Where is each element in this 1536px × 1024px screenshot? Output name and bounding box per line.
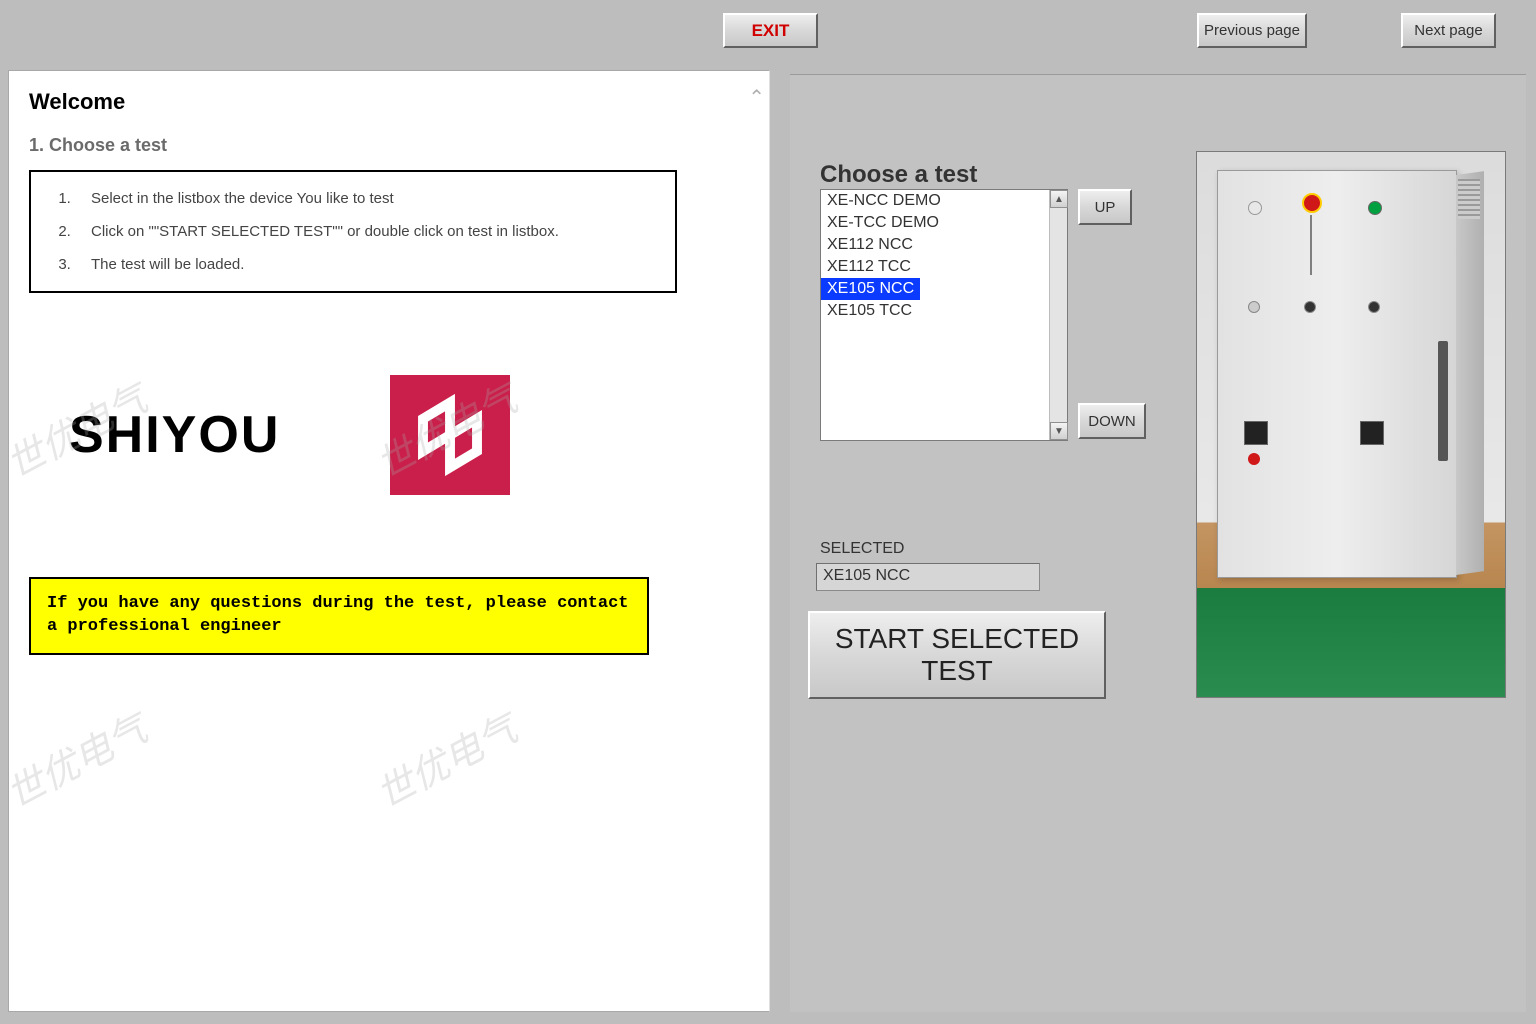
watermark-text: 世优电气 <box>365 699 525 819</box>
instructions-box: Select in the listbox the device You lik… <box>29 170 677 293</box>
instruction-item: Select in the listbox the device You lik… <box>75 190 645 207</box>
start-selected-test-button[interactable]: START SELECTED TEST <box>808 611 1106 699</box>
previous-page-button[interactable]: Previous page <box>1197 13 1307 48</box>
listbox-item[interactable]: XE-TCC DEMO <box>821 212 1067 234</box>
scroll-caret-icon: ⌃ <box>748 85 765 110</box>
list-down-button[interactable]: DOWN <box>1078 403 1146 439</box>
list-up-button[interactable]: UP <box>1078 189 1132 225</box>
instruction-item: Click on ""START SELECTED TEST"" or doub… <box>75 223 645 240</box>
welcome-panel: ⌃ Welcome 1. Choose a test Select in the… <box>8 70 770 1012</box>
listbox-item[interactable]: XE105 TCC <box>821 300 1067 322</box>
test-selection-panel: Choose a test XE-NCC DEMOXE-TCC DEMOXE11… <box>790 74 1526 1012</box>
next-page-button[interactable]: Next page <box>1401 13 1496 48</box>
selected-value-field: XE105 NCC <box>816 563 1040 591</box>
choose-test-label: Choose a test <box>820 161 977 189</box>
scroll-down-icon[interactable]: ▼ <box>1050 422 1068 440</box>
brand-wordmark: SHIYOU <box>69 405 280 465</box>
warning-box: If you have any questions during the tes… <box>29 577 649 655</box>
welcome-heading: Welcome <box>29 89 749 115</box>
brand-row: SHIYOU <box>29 375 749 495</box>
listbox-item[interactable]: XE105 NCC <box>821 278 920 300</box>
listbox-item[interactable]: XE112 NCC <box>821 234 1067 256</box>
watermark-text: 世优电气 <box>8 699 155 819</box>
instruction-item: The test will be loaded. <box>75 256 645 273</box>
listbox-item[interactable]: XE-NCC DEMO <box>821 190 1067 212</box>
listbox-scrollbar[interactable]: ▲ ▼ <box>1049 190 1067 440</box>
selected-label: SELECTED <box>820 540 904 558</box>
brand-logo-icon <box>390 375 510 495</box>
device-image <box>1196 151 1506 698</box>
exit-button[interactable]: EXIT <box>723 13 818 48</box>
listbox-item[interactable]: XE112 TCC <box>821 256 1067 278</box>
test-listbox[interactable]: XE-NCC DEMOXE-TCC DEMOXE112 NCCXE112 TCC… <box>820 189 1068 441</box>
step-heading: 1. Choose a test <box>29 135 749 156</box>
scroll-up-icon[interactable]: ▲ <box>1050 190 1068 208</box>
